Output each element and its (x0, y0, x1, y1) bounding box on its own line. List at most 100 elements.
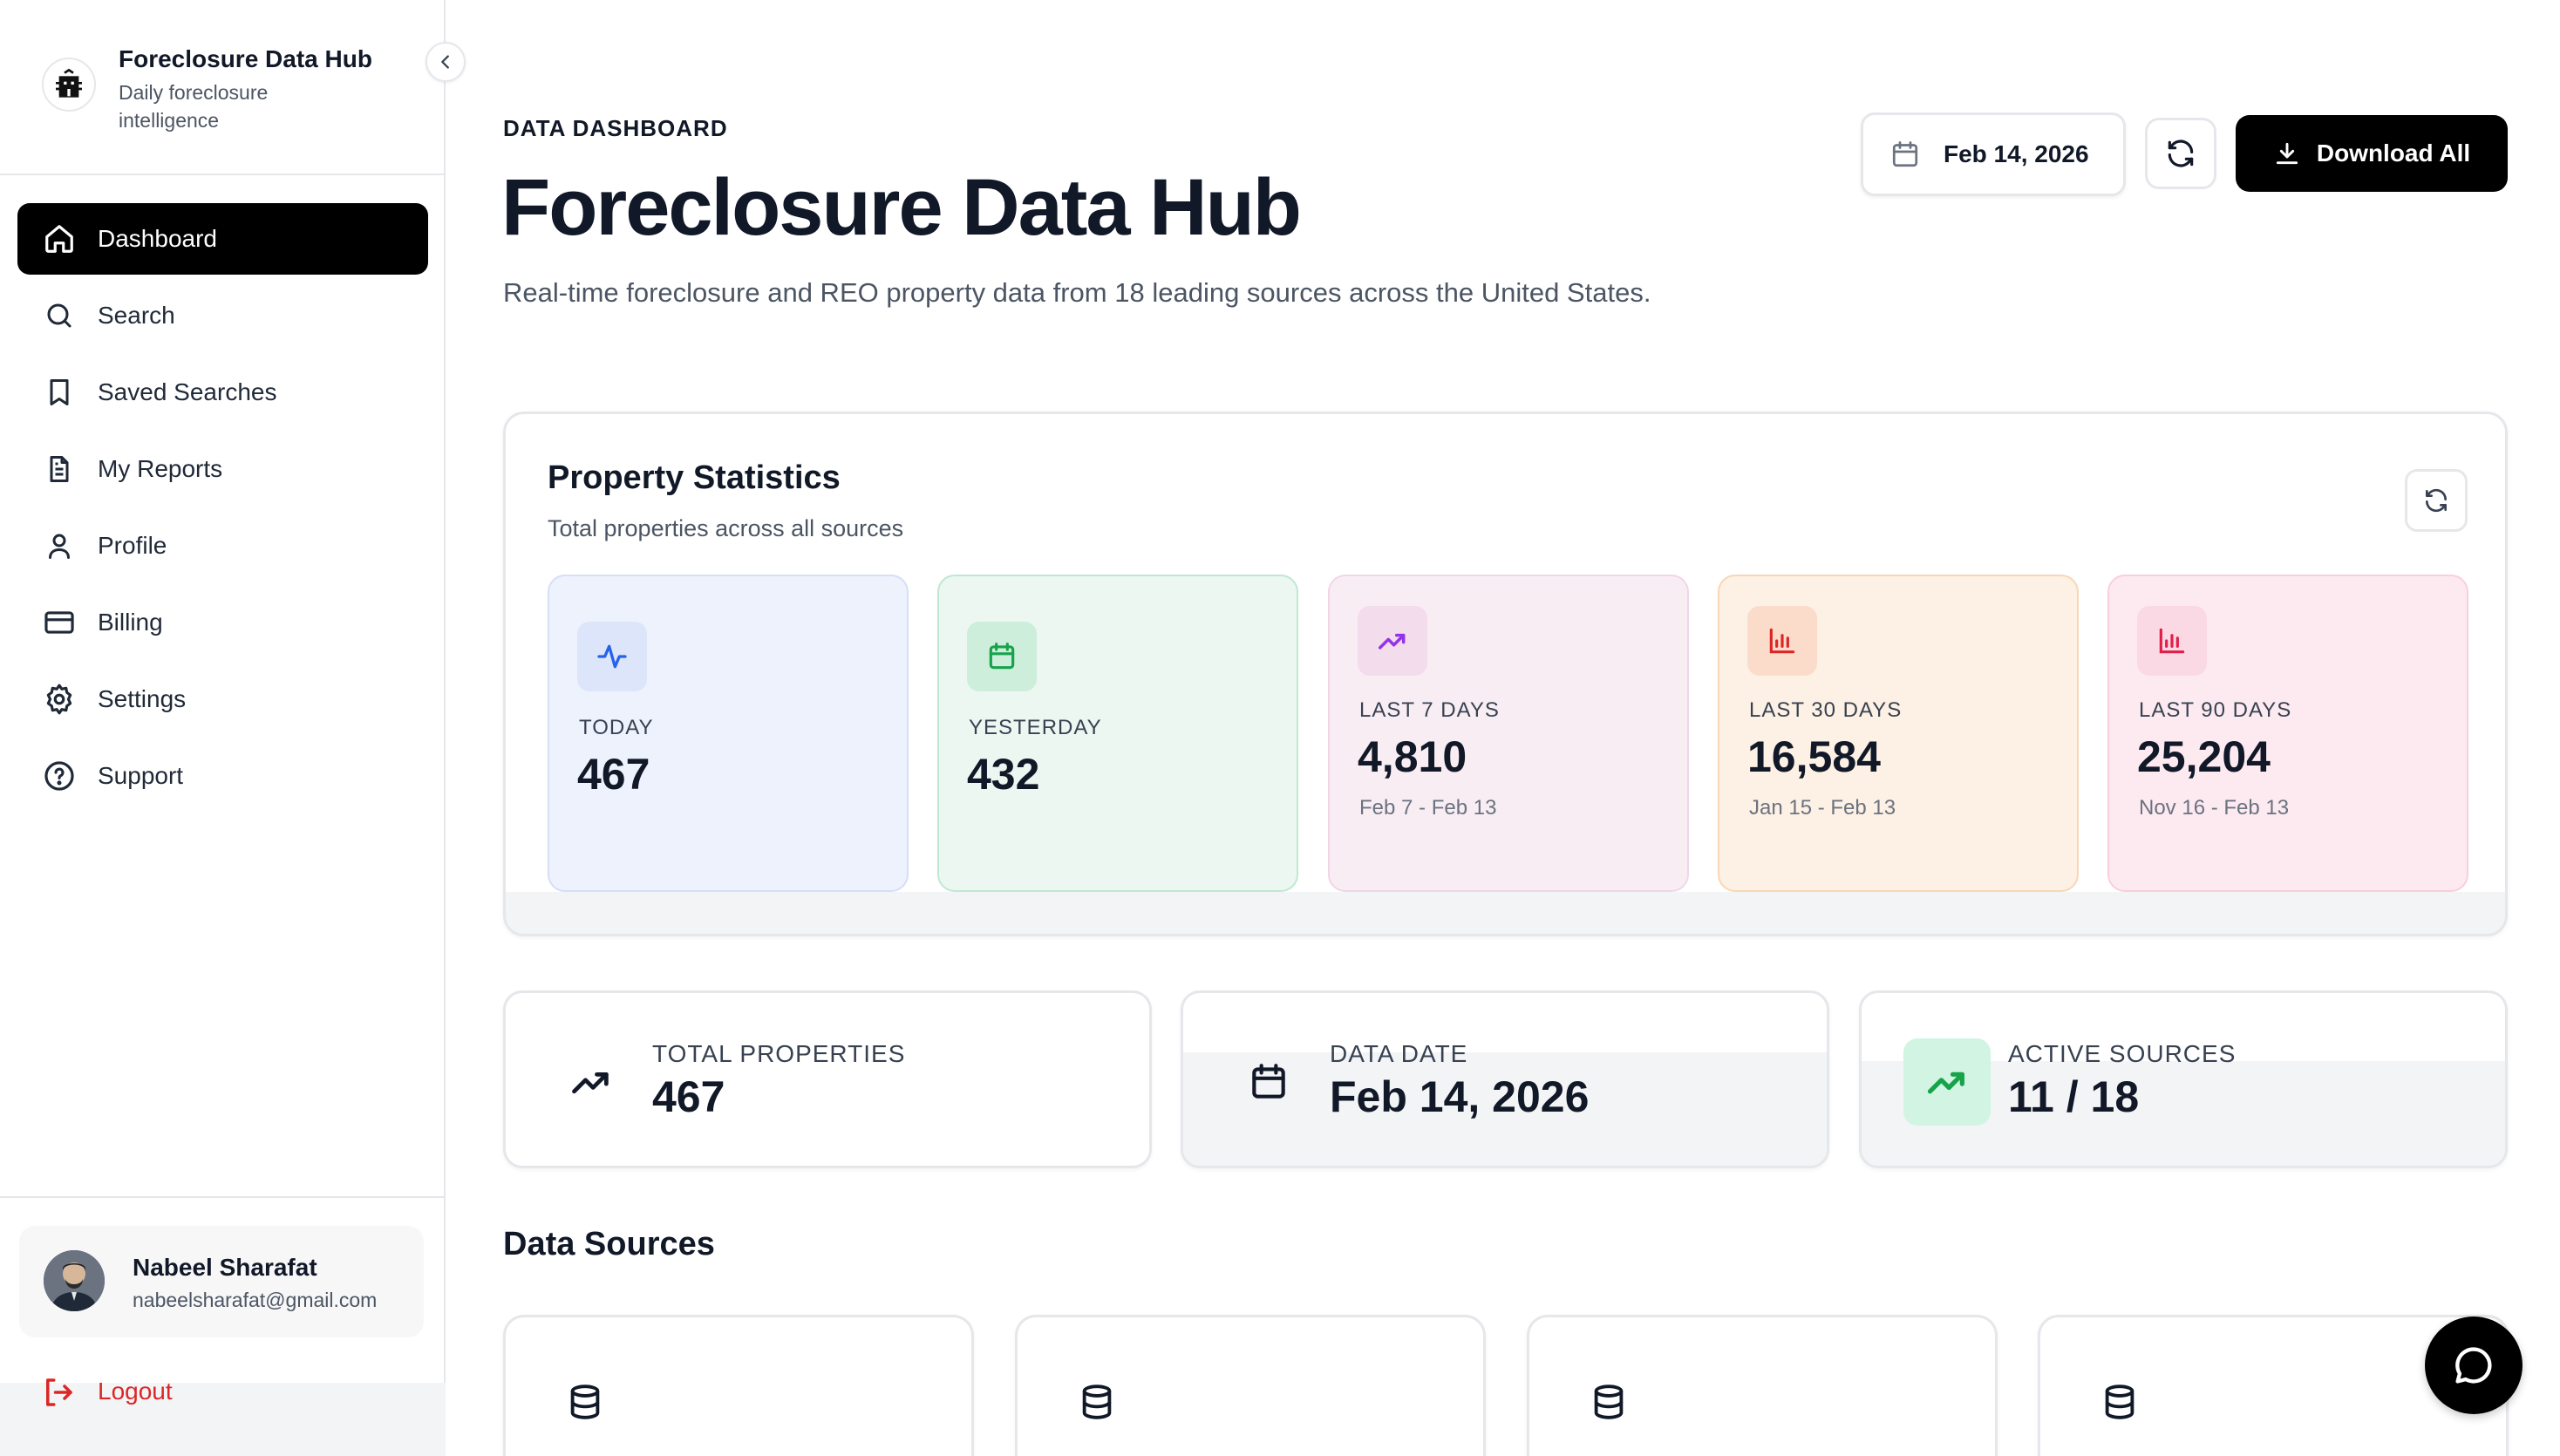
chevron-left-icon (436, 52, 455, 71)
user-card[interactable]: Nabeel Sharafat nabeelsharafat@gmail.com (19, 1226, 424, 1337)
sidebar-item-profile[interactable]: Profile (17, 510, 428, 582)
main-content: DATA DASHBOARD Foreclosure Data Hub Real… (446, 0, 2560, 1456)
logout-label: Logout (98, 1378, 173, 1405)
sidebar-item-dashboard[interactable]: Dashboard (17, 203, 428, 275)
sidebar-item-label: Saved Searches (98, 378, 277, 405)
calendar-icon (1889, 139, 1921, 170)
sidebar-item-label: Dashboard (98, 225, 217, 252)
stat-label: TODAY (579, 716, 654, 739)
stat-range: Nov 16 - Feb 13 (2139, 796, 2290, 820)
data-source-card[interactable] (503, 1315, 974, 1456)
brand[interactable]: Foreclosure Data Hub Daily foreclosure i… (42, 42, 408, 138)
stat-tile-today[interactable]: TODAY 467 (548, 575, 909, 892)
brand-title: Foreclosure Data Hub (119, 45, 372, 72)
info-card-active-sources[interactable]: ACTIVE SOURCES 11 / 18 (1859, 990, 2508, 1168)
sidebar-item-support[interactable]: Support (17, 740, 428, 812)
trending-up-icon (1903, 1038, 1991, 1126)
sidebar-item-label: My Reports (98, 455, 223, 482)
info-card-total-properties[interactable]: TOTAL PROPERTIES 467 (503, 990, 1152, 1168)
sidebar-item-label: Search (98, 302, 175, 329)
bar-chart-icon (1747, 606, 1817, 676)
user-email: nabeelsharafat@gmail.com (133, 1289, 378, 1311)
help-circle-icon (42, 759, 77, 793)
avatar (44, 1250, 105, 1311)
stats-title: Property Statistics (548, 459, 841, 496)
sidebar-item-label: Support (98, 762, 184, 789)
stat-label: LAST 90 DAYS (2139, 698, 2292, 722)
logout-button[interactable]: Logout (0, 1353, 446, 1456)
stat-label: YESTERDAY (969, 716, 1102, 739)
home-icon (42, 221, 77, 256)
bookmark-icon (42, 375, 77, 410)
sidebar-item-label: Billing (98, 609, 163, 636)
bar-chart-icon (2137, 606, 2207, 676)
stat-label: LAST 7 DAYS (1359, 698, 1500, 722)
user-icon (42, 528, 77, 563)
download-all-label: Download All (2316, 139, 2471, 167)
info-label: DATA DATE (1330, 1040, 1468, 1067)
calendar-icon (1225, 1038, 1312, 1126)
info-value: 467 (652, 1072, 725, 1121)
sidebar-item-saved-searches[interactable]: Saved Searches (17, 357, 428, 428)
stat-label: LAST 30 DAYS (1749, 698, 1903, 722)
info-label: TOTAL PROPERTIES (652, 1040, 906, 1067)
card-footer (506, 892, 2505, 934)
calendar-icon (967, 622, 1037, 691)
stats-subtitle: Total properties across all sources (548, 515, 904, 541)
sidebar-item-label: Profile (98, 532, 167, 559)
app-root: Foreclosure Data Hub Daily foreclosure i… (0, 0, 2560, 1456)
database-icon (565, 1382, 605, 1422)
sidebar-item-label: Settings (98, 685, 187, 712)
chat-button[interactable] (2425, 1317, 2523, 1414)
sidebar-item-billing[interactable]: Billing (17, 587, 428, 658)
sidebar-item-search[interactable]: Search (17, 280, 428, 351)
property-statistics-card: Property Statistics Total properties acr… (503, 412, 2508, 936)
sidebar-item-settings[interactable]: Settings (17, 663, 428, 735)
page-eyebrow: DATA DASHBOARD (503, 115, 728, 141)
user-name: Nabeel Sharafat (133, 1254, 317, 1281)
page-description: Real-time foreclosure and REO property d… (503, 277, 1651, 308)
gear-icon (42, 682, 77, 717)
stat-tile-last-30-days[interactable]: LAST 30 DAYS 16,584 Jan 15 - Feb 13 (1718, 575, 2079, 892)
info-card-data-date[interactable]: DATA DATE Feb 14, 2026 (1181, 990, 1829, 1168)
info-value: 11 / 18 (2008, 1072, 2140, 1121)
sidebar-divider (0, 1196, 446, 1198)
chat-icon (2451, 1343, 2496, 1388)
sidebar: Foreclosure Data Hub Daily foreclosure i… (0, 0, 446, 1456)
sidebar-divider (0, 173, 446, 175)
stat-tile-yesterday[interactable]: YESTERDAY 432 (937, 575, 1298, 892)
collapse-sidebar-button[interactable] (426, 42, 466, 82)
refresh-button[interactable] (2145, 118, 2216, 189)
date-picker-button[interactable]: Feb 14, 2026 (1861, 112, 2126, 196)
download-all-button[interactable]: Download All (2236, 115, 2508, 192)
database-icon (1589, 1382, 1629, 1422)
credit-card-icon (42, 605, 77, 640)
trending-up-icon (548, 1038, 635, 1126)
file-text-icon (42, 452, 77, 486)
brand-logo-icon (42, 58, 96, 112)
search-icon (42, 298, 77, 333)
stats-refresh-button[interactable] (2405, 469, 2468, 532)
data-source-card[interactable] (1527, 1315, 1998, 1456)
stat-tile-last-7-days[interactable]: LAST 7 DAYS 4,810 Feb 7 - Feb 13 (1328, 575, 1689, 892)
info-label: ACTIVE SOURCES (2008, 1040, 2237, 1067)
data-source-card[interactable] (1015, 1315, 1486, 1456)
data-sources-title: Data Sources (503, 1226, 715, 1262)
stat-value: 16,584 (1747, 732, 1881, 781)
stat-range: Jan 15 - Feb 13 (1749, 796, 1896, 820)
stat-range: Feb 7 - Feb 13 (1359, 796, 1497, 820)
database-icon (2100, 1382, 2140, 1422)
logout-icon (40, 1374, 77, 1411)
stat-value: 25,204 (2137, 732, 2271, 781)
page-title: Foreclosure Data Hub (501, 163, 1302, 252)
stat-value: 432 (967, 750, 1040, 799)
stat-tile-last-90-days[interactable]: LAST 90 DAYS 25,204 Nov 16 - Feb 13 (2107, 575, 2468, 892)
refresh-icon (2164, 137, 2197, 170)
sidebar-item-my-reports[interactable]: My Reports (17, 433, 428, 505)
brand-subtitle: Daily foreclosure intelligence (119, 81, 269, 132)
date-picker-label: Feb 14, 2026 (1944, 140, 2089, 167)
stat-value: 4,810 (1358, 732, 1467, 781)
download-icon (2273, 139, 2301, 167)
sidebar-nav: Dashboard Search Saved Searches My Repor… (17, 203, 428, 817)
info-value: Feb 14, 2026 (1330, 1072, 1590, 1121)
